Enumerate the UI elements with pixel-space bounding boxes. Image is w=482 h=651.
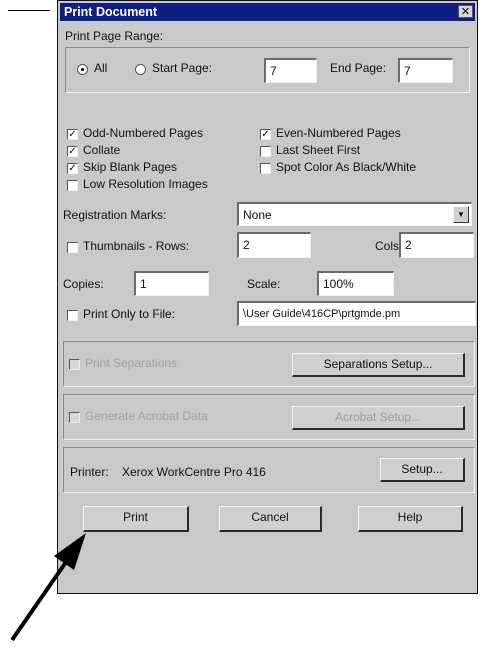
pointer-arrow-icon — [10, 533, 86, 642]
arrow-head — [54, 533, 86, 570]
arrow-shaft — [10, 560, 68, 642]
